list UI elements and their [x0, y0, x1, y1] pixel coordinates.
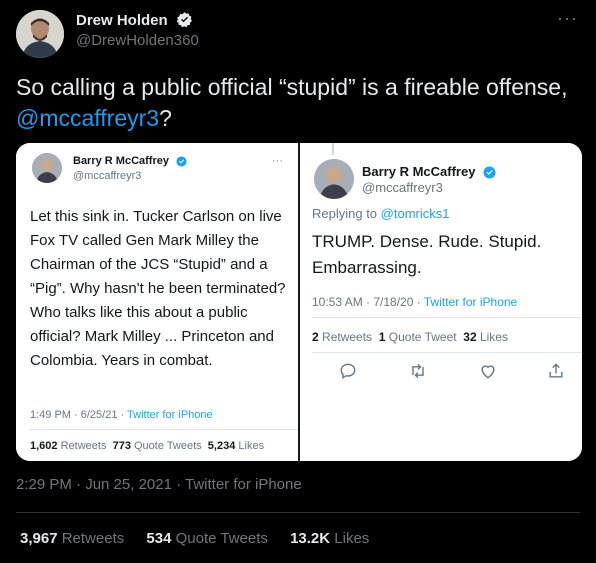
share-icon [549, 363, 563, 378]
retweets-count[interactable]: 3,967 [20, 530, 58, 547]
tweet-text-end: ? [159, 105, 172, 131]
quoted-quotes-label: Quote Tweet [388, 330, 457, 344]
retweets-label[interactable]: Retweets [62, 530, 125, 547]
quote-tweets-stat[interactable]: 534 Quote Tweets [146, 530, 267, 547]
quoted-likes-label: Likes [479, 330, 508, 344]
tweet-text-body: So calling a public official “stupid” is… [16, 74, 568, 100]
author-handle[interactable]: @DrewHolden360 [76, 32, 199, 49]
quoted-quotes-label: Quote Tweets [134, 440, 202, 452]
quote-tweets-label[interactable]: Quote Tweets [176, 530, 268, 547]
author-name-text[interactable]: Drew Holden [76, 12, 168, 29]
quoted-author-name-text: Barry R McCaffrey [73, 155, 169, 167]
likes-count[interactable]: 13.2K [290, 530, 330, 547]
verified-badge-icon [483, 166, 496, 179]
quote-tweets-count[interactable]: 534 [146, 530, 171, 547]
quoted-tweet-stats: 1,602 Retweets 773 Quote Tweets 5,234 Li… [30, 440, 264, 452]
quoted-more-icon: ··· [272, 155, 283, 167]
thread-line [332, 143, 334, 155]
quoted-tweet-time: 10:53 AM · 7/18/20 · Twitter for iPhone [312, 295, 517, 309]
verified-badge-icon [176, 156, 187, 167]
verified-badge-icon [176, 12, 192, 28]
divider [16, 512, 580, 513]
quoted-screenshot-left: Barry R McCaffrey @mccaffreyr3 ··· Let t… [16, 143, 298, 461]
author-avatar[interactable] [16, 10, 64, 58]
tweet-text: So calling a public official “stupid” is… [16, 72, 582, 134]
replying-prefix: Replying to [312, 206, 381, 221]
divider [312, 352, 582, 353]
quoted-retweets-label: Retweets [322, 330, 373, 344]
quoted-author-avatar-icon [32, 153, 62, 183]
replying-to-link: @tomricks1 [380, 206, 450, 221]
retweets-stat[interactable]: 3,967 Retweets [20, 530, 124, 547]
quoted-retweets-label: Retweets [60, 440, 107, 452]
more-options-icon[interactable]: ··· [557, 8, 578, 29]
quoted-likes-label: Likes [238, 440, 265, 452]
replying-to: Replying to @tomricks1 [312, 206, 449, 221]
quoted-likes-count: 32 [463, 330, 477, 344]
quoted-author-handle: @mccaffreyr3 [73, 170, 142, 182]
quoted-tweet-body: Let this sink in. Tucker Carlson on live… [30, 208, 286, 369]
quoted-quotes-count: 773 [112, 440, 131, 452]
quoted-author-name: Barry R McCaffrey [362, 164, 496, 179]
quoted-likes-count: 5,234 [207, 440, 236, 452]
like-heart-icon [481, 365, 495, 379]
quoted-source-link: Twitter for iPhone [423, 295, 518, 309]
quoted-author-name-text: Barry R McCaffrey [362, 164, 476, 179]
likes-stat[interactable]: 13.2K Likes [290, 530, 369, 547]
quoted-source-link: Twitter for iPhone [127, 409, 213, 421]
quoted-author-name: Barry R McCaffrey [73, 155, 187, 167]
quoted-time-text: 10:53 AM · 7/18/20 · [312, 295, 424, 309]
divider [30, 429, 298, 430]
divider [312, 317, 582, 318]
mention-link[interactable]: @mccaffreyr3 [16, 105, 159, 131]
quoted-retweets-count: 2 [312, 330, 319, 344]
quoted-tweet-body: TRUMP. Dense. Rude. Stupid. Embarrassing… [312, 232, 542, 277]
quoted-tweet-stats: 2 Retweets 1 Quote Tweet 32 Likes [312, 330, 508, 344]
quoted-screenshot-right: Barry R McCaffrey @mccaffreyr3 Replying … [300, 143, 582, 461]
tweet-stats: 3,967 Retweets 534 Quote Tweets 13.2K Li… [20, 530, 387, 547]
tweet-timestamp[interactable]: 2:29 PM · Jun 25, 2021 · Twitter for iPh… [16, 476, 302, 493]
author-name[interactable]: Drew Holden [76, 11, 193, 29]
quoted-retweets-count: 1,602 [30, 440, 58, 452]
quoted-time-text: 1:49 PM · 6/25/21 · [30, 409, 128, 421]
quoted-quotes-count: 1 [378, 330, 386, 344]
tweet-media-screenshots[interactable]: Barry R McCaffrey @mccaffreyr3 ··· Let t… [16, 143, 582, 461]
quoted-tweet-time: 1:49 PM · 6/25/21 · Twitter for iPhone [30, 409, 213, 421]
quoted-author-handle: @mccaffreyr3 [362, 180, 443, 195]
likes-label[interactable]: Likes [334, 530, 369, 547]
quoted-author-avatar-icon [314, 159, 354, 199]
retweet-icon [412, 363, 424, 379]
reply-icon [340, 363, 356, 379]
